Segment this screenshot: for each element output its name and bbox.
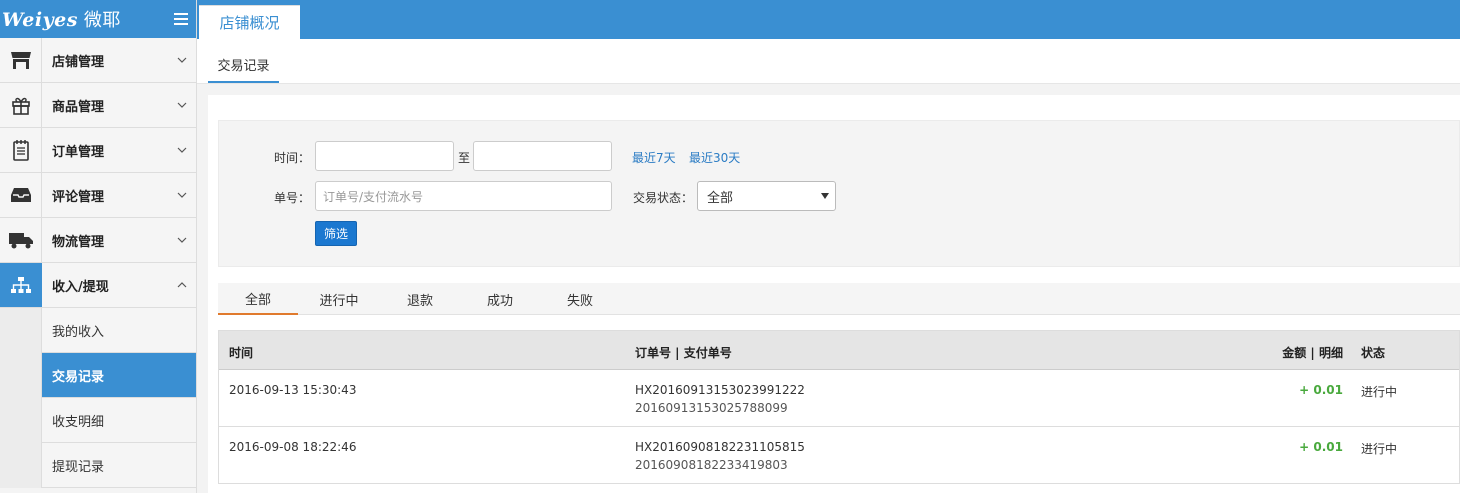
row-amount: + 0.01 [1299, 440, 1343, 454]
row-time: 2016-09-13 15:30:43 [229, 383, 357, 397]
filter-panel: 时间： 至 最近7天 最近30天 单号： 订单号/支付流水号 交易状态： 全部 … [218, 120, 1460, 267]
order-number-label: 单号： [274, 191, 311, 205]
chevron-down-icon [177, 192, 187, 198]
logo-cn: 微耶 [83, 10, 121, 31]
table-row[interactable]: 2016-09-08 18:22:46 HX201609081822311058… [219, 427, 1459, 484]
sidebar: Weiyes 微耶 店铺管理 商品管理 订单管理 评论管理 物流管理 收入/提现 … [0, 0, 197, 493]
status-select[interactable]: 全部 [697, 181, 836, 211]
main-content: 时间： 至 最近7天 最近30天 单号： 订单号/支付流水号 交易状态： 全部 … [208, 95, 1460, 493]
sidebar-subitem-my-income[interactable]: 我的收入 [42, 308, 196, 353]
order-number-input[interactable]: 订单号/支付流水号 [315, 181, 612, 211]
sidebar-subitem-transactions[interactable]: 交易记录 [42, 353, 196, 398]
header-status: 状态 [1361, 346, 1386, 360]
tab-all[interactable]: 全部 [218, 283, 298, 315]
row-payment-number: 20160913153025788099 [635, 401, 788, 415]
sidebar-item-label: 订单管理 [52, 144, 105, 160]
to-label: 至 [458, 151, 471, 165]
row-status: 进行中 [1361, 442, 1398, 456]
chevron-up-icon [177, 282, 187, 288]
table-header: 时间 订单号 | 支付单号 金额 | 明细 状态 [219, 331, 1459, 370]
chevron-down-icon [177, 57, 187, 63]
top-bar: 店铺概况 [197, 0, 1460, 39]
tab-in-progress[interactable]: 进行中 [299, 283, 379, 315]
status-tabs: 全部 进行中 退款 成功 失败 [218, 283, 1460, 315]
sidebar-item-reviews[interactable]: 评论管理 [0, 173, 196, 218]
org-chart-icon [10, 277, 31, 293]
chevron-down-icon [177, 102, 187, 108]
sidebar-item-label: 物流管理 [52, 234, 105, 250]
chevron-down-icon [177, 147, 187, 153]
last-7-days-link[interactable]: 最近7天 [632, 149, 676, 166]
sidebar-item-orders[interactable]: 订单管理 [0, 128, 196, 173]
sidebar-submenu: 我的收入 交易记录 收支明细 提现记录 [0, 308, 196, 488]
order-notepad-icon [12, 140, 29, 161]
filter-button[interactable]: 筛选 [315, 221, 357, 246]
time-label: 时间： [274, 151, 311, 165]
last-30-days-link[interactable]: 最近30天 [689, 149, 740, 166]
logo-bar: Weiyes 微耶 [0, 0, 196, 38]
store-icon [10, 52, 31, 69]
status-select-value: 全部 [707, 190, 734, 206]
row-order-number: HX20160913153023991222 [635, 383, 805, 397]
sidebar-item-label: 店铺管理 [52, 54, 105, 70]
tab-transaction-records[interactable]: 交易记录 [208, 47, 279, 83]
header-time: 时间 [229, 346, 254, 360]
tab-refund[interactable]: 退款 [380, 283, 460, 315]
hamburger-menu-icon[interactable] [174, 13, 188, 25]
tab-success[interactable]: 成功 [460, 283, 540, 315]
row-order-number: HX20160908182231105815 [635, 440, 805, 454]
status-label: 交易状态： [633, 191, 694, 205]
table-row[interactable]: 2016-09-13 15:30:43 HX201609131530239912… [219, 370, 1459, 427]
sidebar-subitem-withdrawals[interactable]: 提现记录 [42, 443, 196, 488]
gift-icon [11, 97, 30, 115]
sub-nav: 交易记录 [197, 39, 1460, 84]
sidebar-item-label: 评论管理 [52, 189, 105, 205]
inbox-tray-icon [10, 188, 31, 202]
header-order: 订单号 | 支付单号 [635, 346, 732, 360]
row-payment-number: 20160908182233419803 [635, 458, 788, 472]
sidebar-item-label: 商品管理 [52, 99, 105, 115]
sidebar-item-store[interactable]: 店铺管理 [0, 38, 196, 83]
end-date-input[interactable] [473, 141, 612, 171]
logo-latin: Weiyes [2, 9, 78, 31]
brand-logo[interactable]: Weiyes 微耶 [2, 6, 121, 32]
sidebar-item-logistics[interactable]: 物流管理 [0, 218, 196, 263]
row-amount: + 0.01 [1299, 383, 1343, 397]
submenu-gutter [0, 308, 42, 488]
sidebar-subitem-statement[interactable]: 收支明细 [42, 398, 196, 443]
row-time: 2016-09-08 18:22:46 [229, 440, 357, 454]
start-date-input[interactable] [315, 141, 454, 171]
caret-down-icon [821, 193, 829, 199]
header-amount: 金额 | 明细 [1282, 346, 1343, 360]
sidebar-item-income[interactable]: 收入/提现 [0, 263, 196, 308]
tab-store-overview[interactable]: 店铺概况 [199, 5, 300, 39]
sidebar-item-label: 收入/提现 [52, 279, 109, 295]
sidebar-item-products[interactable]: 商品管理 [0, 83, 196, 128]
row-status: 进行中 [1361, 385, 1398, 399]
chevron-down-icon [177, 237, 187, 243]
transactions-table: 时间 订单号 | 支付单号 金额 | 明细 状态 2016-09-13 15:3… [218, 330, 1460, 484]
truck-icon [8, 233, 33, 249]
tab-failed[interactable]: 失败 [540, 283, 620, 315]
